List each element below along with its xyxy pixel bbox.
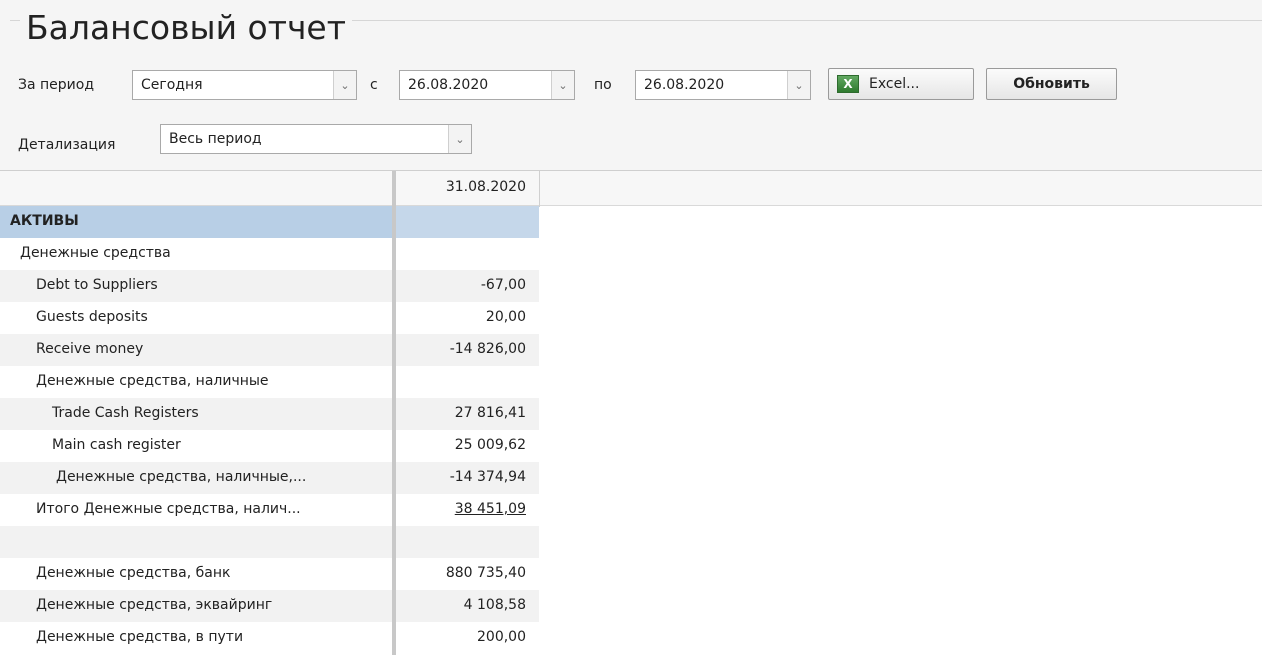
detail-select-value: Весь период — [169, 131, 262, 147]
row-value: 4 108,58 — [463, 597, 526, 613]
detail-label: Детализация — [18, 137, 116, 153]
row-value: 38 451,09 — [454, 501, 526, 517]
balance-grid: 31.08.2020 АКТИВЫ Денежные средства Debt t… — [0, 170, 1262, 655]
excel-icon: X — [837, 75, 859, 93]
from-date-value: 26.08.2020 — [408, 77, 489, 93]
excel-export-button[interactable]: X Excel... — [828, 68, 974, 100]
from-date-select[interactable]: 26.08.2020 ⌄ — [399, 70, 575, 100]
refresh-button-label: Обновить — [1013, 76, 1090, 92]
date-column-header[interactable]: 31.08.2020 — [396, 179, 526, 195]
row-name: Денежные средства, эквайринг — [36, 597, 273, 613]
row-name: Денежные средства — [20, 245, 171, 261]
period-select-value: Сегодня — [141, 77, 203, 93]
table-row[interactable]: Денежные средства — [0, 238, 539, 270]
row-name: Trade Cash Registers — [52, 405, 199, 421]
grid-header: 31.08.2020 — [0, 170, 1262, 207]
row-value: 880 735,40 — [445, 565, 526, 581]
row-name: Guests deposits — [36, 309, 148, 325]
row-value: 25 009,62 — [454, 437, 526, 453]
section-value-cell — [396, 206, 539, 238]
table-row[interactable]: Денежные средства, наличные — [0, 366, 539, 398]
from-label: с — [370, 77, 378, 93]
table-row[interactable]: Денежные средства, банк 880 735,40 — [0, 558, 539, 590]
to-date-value: 26.08.2020 — [644, 77, 725, 93]
section-row[interactable]: АКТИВЫ — [0, 206, 539, 238]
chevron-down-icon[interactable]: ⌄ — [551, 71, 574, 99]
table-row[interactable] — [0, 526, 539, 558]
table-row[interactable]: Guests deposits 20,00 — [0, 302, 539, 334]
table-row[interactable]: Денежные средства, в пути 200,00 — [0, 622, 539, 654]
grid-rows: АКТИВЫ Денежные средства Debt to Suppliers… — [0, 206, 539, 654]
row-value: -67,00 — [480, 277, 526, 293]
table-row[interactable]: Денежные средства, наличные,... -14 374,9… — [0, 462, 539, 494]
row-name: Debt to Suppliers — [36, 277, 158, 293]
detail-select[interactable]: Весь период ⌄ — [160, 124, 472, 154]
chevron-down-icon[interactable]: ⌄ — [448, 125, 471, 153]
row-name: Денежные средства, банк — [36, 565, 231, 581]
refresh-button[interactable]: Обновить — [986, 68, 1117, 100]
excel-button-label: Excel... — [869, 76, 920, 92]
page-title: Балансовый отчет — [20, 8, 352, 48]
table-row[interactable]: Денежные средства, эквайринг 4 108,58 — [0, 590, 539, 622]
row-value: -14 374,94 — [449, 469, 526, 485]
table-row[interactable]: Итого Денежные средства, налич... 38 451,… — [0, 494, 539, 526]
table-row[interactable]: Trade Cash Registers 27 816,41 — [0, 398, 539, 430]
row-name: Денежные средства, наличные — [36, 373, 269, 389]
row-value: 20,00 — [485, 309, 526, 325]
row-name: Receive money — [36, 341, 144, 357]
title-bar: Балансовый отчет — [0, 0, 1262, 70]
column-divider — [392, 206, 396, 655]
to-date-select[interactable]: 26.08.2020 ⌄ — [635, 70, 811, 100]
chevron-down-icon[interactable]: ⌄ — [787, 71, 810, 99]
header-divider — [539, 171, 540, 207]
row-value: -14 826,00 — [449, 341, 526, 357]
row-name: Main cash register — [52, 437, 181, 453]
to-label: по — [594, 77, 612, 93]
chevron-down-icon[interactable]: ⌄ — [333, 71, 356, 99]
table-row[interactable]: Receive money -14 826,00 — [0, 334, 539, 366]
row-name: Итого Денежные средства, налич... — [36, 501, 301, 517]
row-name: АКТИВЫ — [10, 213, 79, 229]
period-label: За период — [18, 77, 95, 93]
table-row[interactable]: Debt to Suppliers -67,00 — [0, 270, 539, 302]
row-value: 200,00 — [477, 629, 526, 645]
row-value: 27 816,41 — [454, 405, 526, 421]
table-row[interactable]: Main cash register 25 009,62 — [0, 430, 539, 462]
row-name: Денежные средства, в пути — [36, 629, 244, 645]
period-select[interactable]: Сегодня ⌄ — [132, 70, 357, 100]
row-name: Денежные средства, наличные,... — [56, 469, 307, 485]
